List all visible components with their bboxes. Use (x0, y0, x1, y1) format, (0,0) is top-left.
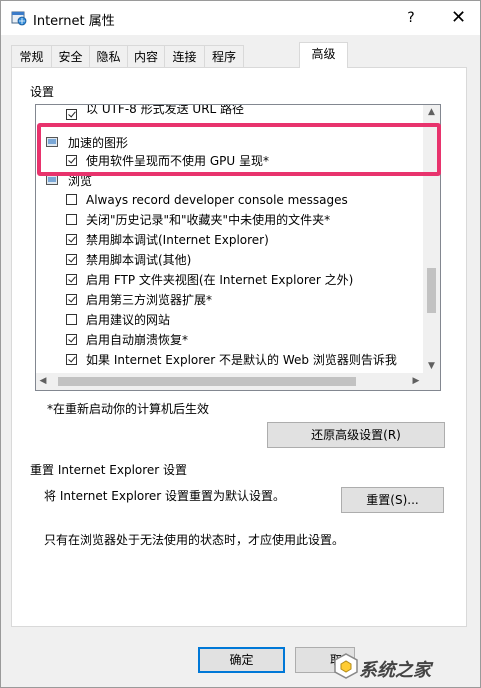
reset-description: 将 Internet Explorer 设置重置为默认设置。 (44, 489, 286, 503)
title-bar: Internet 属性 ? ✕ (1, 1, 480, 35)
watermark-logo-icon (334, 653, 358, 679)
tab-general[interactable]: 常规 (11, 45, 52, 67)
tab-security[interactable]: 安全 (51, 45, 90, 67)
highlight-annotation (37, 123, 441, 176)
horizontal-scrollbar[interactable]: ◀ ▶ (36, 373, 423, 390)
internet-options-icon (11, 11, 27, 26)
help-button[interactable]: ? (396, 1, 426, 35)
category-icon (46, 175, 58, 185)
scroll-left-icon[interactable]: ◀ (36, 374, 50, 388)
setting-label: 禁用脚本调试(其他) (86, 253, 192, 267)
watermark-text: 系统之家 (359, 660, 431, 681)
setting-label: 以 UTF-8 形式发送 URL 路径 (86, 104, 245, 116)
scroll-up-icon[interactable]: ▲ (423, 105, 440, 119)
close-button[interactable]: ✕ (437, 1, 480, 35)
tab-privacy[interactable]: 隐私 (89, 45, 128, 67)
tab-programs[interactable]: 程序 (204, 45, 244, 67)
horizontal-scroll-thumb[interactable] (58, 377, 356, 386)
reset-button[interactable]: 重置(S)... (341, 487, 444, 513)
checkbox-checked-icon[interactable] (66, 234, 77, 245)
checkbox-unchecked-icon[interactable] (66, 194, 77, 205)
tab-content[interactable]: 内容 (127, 45, 165, 67)
scrollbar-corner (423, 373, 440, 390)
reset-group-label: 重置 Internet Explorer 设置 (30, 463, 188, 477)
restore-advanced-settings-button[interactable]: 还原高级设置(R) (267, 422, 445, 448)
tab-connections[interactable]: 连接 (164, 45, 205, 67)
window-title: Internet 属性 (33, 14, 115, 29)
checkbox-checked-icon[interactable] (66, 274, 77, 285)
checkbox-unchecked-icon[interactable] (66, 214, 77, 225)
setting-label: 启用自动崩溃恢复* (86, 333, 189, 347)
setting-label: Always record developer console messages (86, 193, 348, 207)
checkbox-checked-icon[interactable] (66, 109, 77, 120)
setting-label: 如果 Internet Explorer 不是默认的 Web 浏览器则告诉我 (86, 353, 397, 367)
setting-label: 启用第三方浏览器扩展* (86, 293, 213, 307)
vertical-scroll-thumb[interactable] (427, 268, 436, 313)
setting-label: 启用 FTP 文件夹视图(在 Internet Explorer 之外) (86, 273, 354, 287)
ok-button[interactable]: 确定 (198, 647, 285, 673)
watermark: 系统之家 (313, 646, 479, 686)
reset-warning: 只有在浏览器处于无法使用的状态时，才应使用此设置。 (44, 533, 345, 547)
settings-group-label: 设置 (30, 85, 55, 99)
scroll-right-icon[interactable]: ▶ (409, 374, 423, 388)
checkbox-checked-icon[interactable] (66, 334, 77, 345)
scroll-down-icon[interactable]: ▼ (423, 359, 440, 373)
restart-note: *在重新启动你的计算机后生效 (47, 402, 210, 416)
checkbox-checked-icon[interactable] (66, 294, 77, 305)
tab-advanced[interactable]: 高级 (299, 42, 348, 68)
checkbox-unchecked-icon[interactable] (66, 314, 77, 325)
setting-label: 关闭"历史记录"和"收藏夹"中未使用的文件夹* (86, 213, 331, 227)
setting-label: 启用建议的网站 (86, 313, 171, 327)
checkbox-checked-icon[interactable] (66, 354, 77, 365)
checkbox-checked-icon[interactable] (66, 254, 77, 265)
internet-options-dialog: Internet 属性 ? ✕ 常规 安全 隐私 内容 连接 程序 高级 设置 … (0, 0, 481, 688)
setting-label: 禁用脚本调试(Internet Explorer) (86, 233, 269, 247)
